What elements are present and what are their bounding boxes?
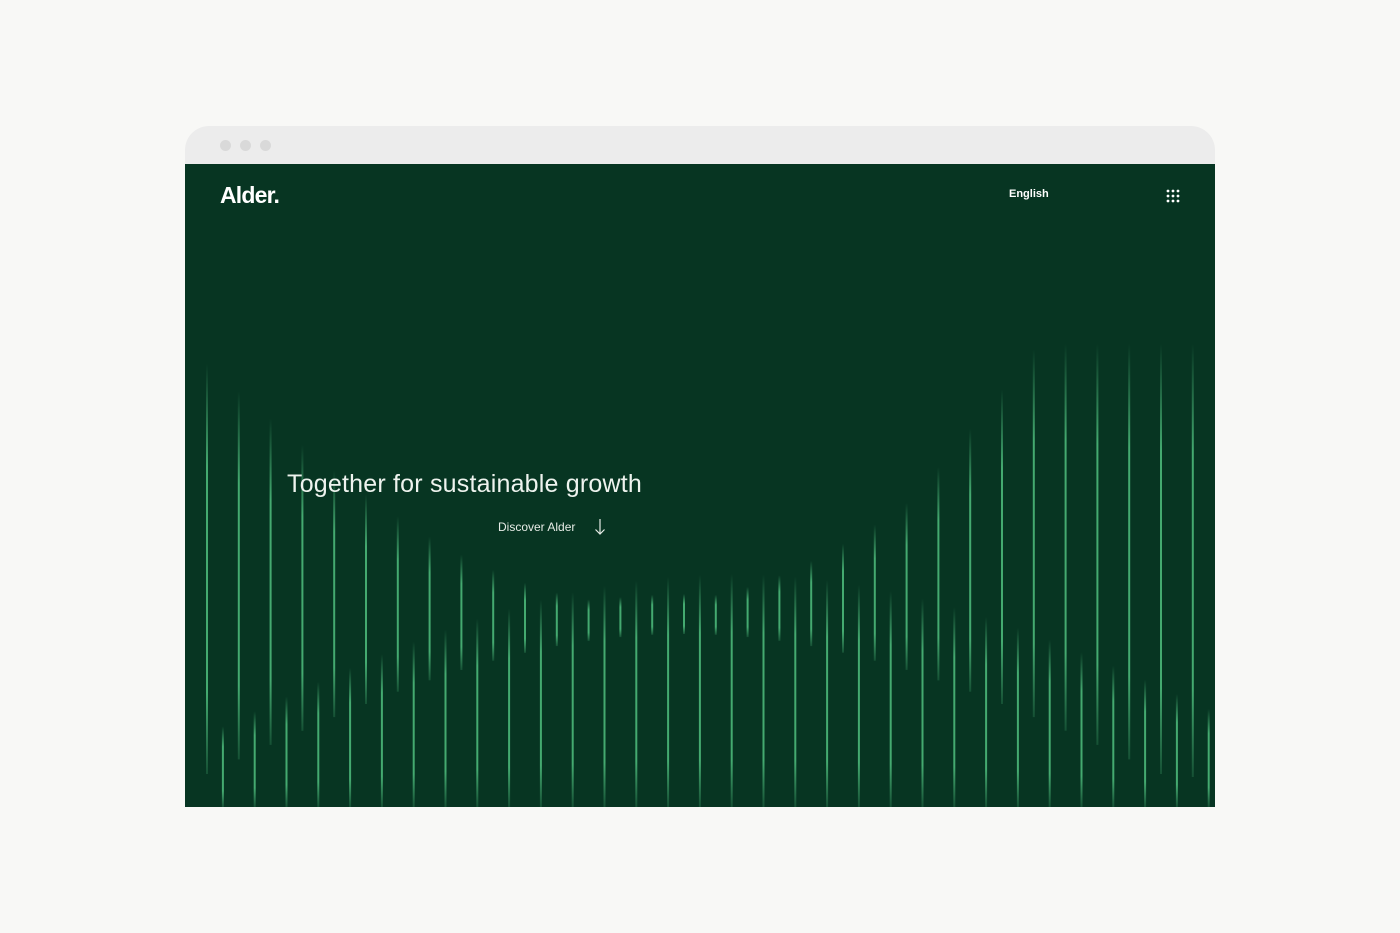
growth-line [587,599,590,641]
growth-line [826,580,829,807]
growth-line [937,467,940,681]
browser-window: Alder. English Together for sustainable … [185,126,1215,807]
growth-line [921,598,924,807]
growth-line [221,726,224,807]
growth-line [985,617,988,807]
hero-section: Alder. English Together for sustainable … [185,164,1215,807]
growth-line [603,585,606,807]
growth-line [810,560,813,647]
growth-line [953,607,956,807]
growth-line [1032,349,1035,718]
growth-line [524,582,526,653]
growth-line [396,516,399,692]
growth-line [905,503,908,670]
alder-logo[interactable]: Alder. [220,182,280,209]
growth-line [269,418,272,745]
growth-line [555,592,558,647]
growth-line [333,470,336,718]
growth-line [746,587,749,638]
growth-line [206,364,208,774]
growth-line [889,591,892,807]
growth-line [635,580,638,807]
growth-line [842,543,844,653]
growth-line [412,641,415,807]
growth-line [444,629,447,807]
growth-line [857,584,860,807]
growth-line [873,524,876,661]
grid-menu-icon[interactable] [1166,189,1180,203]
growth-line [253,711,256,807]
window-control-dot[interactable] [260,140,271,151]
growth-line [1160,344,1162,774]
growth-line [794,576,797,807]
growth-line [285,696,288,807]
growth-line [317,681,320,807]
growth-line [1128,344,1131,760]
growth-line [1175,694,1178,807]
growth-line [683,594,685,634]
window-control-dot[interactable] [240,140,251,151]
discover-link[interactable]: Discover Alder [498,518,607,536]
arrow-down-icon [595,519,606,535]
growth-line [1096,344,1099,745]
growth-line [1112,665,1115,807]
growth-line [1016,627,1019,807]
growth-line [380,654,383,807]
growth-line [1144,679,1147,807]
growth-line [539,599,542,807]
growth-line [349,667,352,807]
discover-label: Discover Alder [498,520,576,534]
growth-line [476,618,479,807]
growth-line [1080,652,1083,807]
growth-line [365,494,367,704]
growth-line [762,574,765,807]
growth-line [1207,709,1210,807]
growth-line [1001,389,1003,704]
growth-line [1191,344,1194,777]
growth-line [730,574,733,807]
growth-line [428,536,431,681]
hero-headline: Together for sustainable growth [287,470,643,498]
growth-line [778,575,781,641]
growth-line [619,597,622,638]
language-selector[interactable]: English [1009,188,1049,200]
growth-line [969,429,972,692]
growth-line [492,570,495,661]
window-control-dot[interactable] [220,140,231,151]
growth-line [667,577,670,807]
growth-line [237,391,240,760]
growth-line [508,608,511,807]
growth-line [460,554,463,670]
growth-line [651,594,654,635]
growth-line [1048,639,1051,807]
growth-line [714,594,717,635]
growth-line [698,574,701,807]
growth-line [571,592,574,807]
browser-chrome [185,126,1215,164]
growth-line [1064,344,1067,731]
